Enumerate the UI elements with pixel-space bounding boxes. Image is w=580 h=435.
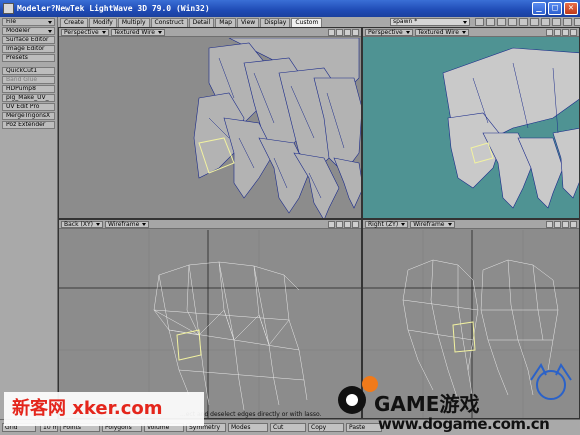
render-mode-select[interactable]: Wireframe — [410, 220, 455, 228]
close-button[interactable]: ✕ — [564, 2, 578, 15]
tab-modify[interactable]: Modify — [88, 18, 117, 27]
layer-icon[interactable] — [508, 18, 517, 26]
zoom-view-icon[interactable] — [344, 221, 351, 228]
dogame-watermark: GAME游戏 www.dogame.com.cn — [330, 360, 580, 435]
quickcut-button[interactable]: QuickCut1 — [2, 67, 55, 75]
viewport-header: Perspective Textured Wire — [59, 28, 361, 37]
modes-dropdown[interactable]: Modes — [228, 423, 268, 432]
viewport-header: Right (ZY) Wireframe — [363, 220, 579, 229]
claw-wireframe-back — [59, 230, 361, 418]
tab-view[interactable]: View — [236, 18, 260, 27]
render-mode-select[interactable]: Textured Wire — [414, 28, 469, 36]
viewport-perspective-left[interactable]: Perspective Textured Wire — [58, 27, 362, 219]
viewport-header: Back (XY) Wireframe — [59, 220, 361, 229]
presets-button[interactable]: Presets — [2, 54, 55, 62]
winged-badge-icon — [530, 363, 572, 400]
xker-watermark: 新客网 xker.com — [4, 392, 204, 426]
viewport-header: Perspective Textured Wire — [363, 28, 579, 37]
layer-icon[interactable] — [519, 18, 528, 26]
render-mode-select[interactable]: Textured Wire — [110, 28, 165, 36]
rotate-view-icon[interactable] — [336, 221, 343, 228]
zoom-view-icon[interactable] — [562, 29, 569, 36]
rotate-view-icon[interactable] — [554, 29, 561, 36]
tab-construct[interactable]: Construct — [150, 18, 188, 27]
claw-mesh-textured — [442, 47, 579, 209]
viewport-perspective-right[interactable]: Perspective Textured Wire — [362, 27, 580, 219]
cut-button[interactable]: Cut — [270, 423, 306, 432]
tab-display[interactable]: Display — [260, 18, 291, 27]
band-glue-button[interactable]: Band Glue — [2, 76, 55, 84]
minimize-button[interactable]: _ — [532, 2, 546, 15]
poz-extender-button[interactable]: Poz Extender — [2, 121, 55, 129]
view-type-select[interactable]: Perspective — [61, 28, 109, 36]
zoom-view-icon[interactable] — [344, 29, 351, 36]
layer-select[interactable]: spawn * — [390, 18, 470, 26]
layer-icon[interactable] — [563, 18, 572, 26]
layer-icon[interactable] — [541, 18, 550, 26]
maximize-view-icon[interactable] — [570, 221, 577, 228]
game-watermark-url: www.dogame.com.cn — [378, 415, 550, 433]
rotate-view-icon[interactable] — [554, 221, 561, 228]
move-view-icon[interactable] — [328, 221, 335, 228]
layer-icon[interactable] — [475, 18, 484, 26]
layer-buttons — [475, 18, 580, 26]
move-view-icon[interactable] — [546, 221, 553, 228]
viewport-back[interactable]: Back (XY) Wireframe — [58, 219, 362, 419]
app-icon — [3, 3, 14, 14]
maximize-button[interactable]: □ — [548, 2, 562, 15]
render-mode-select[interactable]: Wireframe — [104, 220, 150, 228]
uv-edit-pro-button[interactable]: UV Edit Pro — [2, 103, 55, 111]
file-menu[interactable]: File — [2, 18, 55, 26]
tab-detail[interactable]: Detail — [188, 18, 215, 27]
view-type-select[interactable]: Right (ZY) — [365, 220, 409, 228]
layer-icon[interactable] — [552, 18, 561, 26]
hdpump-button[interactable]: HDPump8 — [2, 85, 55, 93]
move-view-icon[interactable] — [546, 29, 553, 36]
maximize-view-icon[interactable] — [570, 29, 577, 36]
tab-create[interactable]: Create — [60, 18, 88, 27]
tab-custom[interactable]: Custom — [291, 18, 323, 27]
title-bar: Modeler?NewTek LightWave 3D 79.0 (Win32)… — [0, 0, 580, 17]
game-watermark-text: GAME游戏 — [374, 392, 480, 416]
view-type-select[interactable]: Perspective — [365, 28, 413, 36]
zoom-view-icon[interactable] — [562, 221, 569, 228]
layer-icon[interactable] — [497, 18, 506, 26]
claw-mesh-perspective — [193, 38, 361, 218]
tab-multiply[interactable]: Multiply — [117, 18, 150, 27]
maximize-view-icon[interactable] — [352, 29, 359, 36]
image-editor-button[interactable]: Image Editor — [2, 45, 55, 53]
maximize-view-icon[interactable] — [352, 221, 359, 228]
layer-icon[interactable] — [530, 18, 539, 26]
rotate-view-icon[interactable] — [336, 29, 343, 36]
window-title: Modeler?NewTek LightWave 3D 79.0 (Win32) — [17, 4, 210, 13]
modeler-menu[interactable]: Modeler — [2, 27, 55, 35]
layer-icon[interactable] — [486, 18, 495, 26]
tab-map[interactable]: Map — [215, 18, 236, 27]
make-uv-button[interactable]: plg_Make_UV_ — [2, 94, 55, 102]
move-view-icon[interactable] — [328, 29, 335, 36]
view-type-select[interactable]: Back (XY) — [61, 220, 103, 228]
merge-trigons-button[interactable]: MergeTrigonsX — [2, 112, 55, 120]
surface-editor-button[interactable]: Surface Editor — [2, 36, 55, 44]
left-toolbar: File Modeler Surface Editor Image Editor… — [0, 17, 58, 427]
layer-icon[interactable] — [574, 18, 580, 26]
